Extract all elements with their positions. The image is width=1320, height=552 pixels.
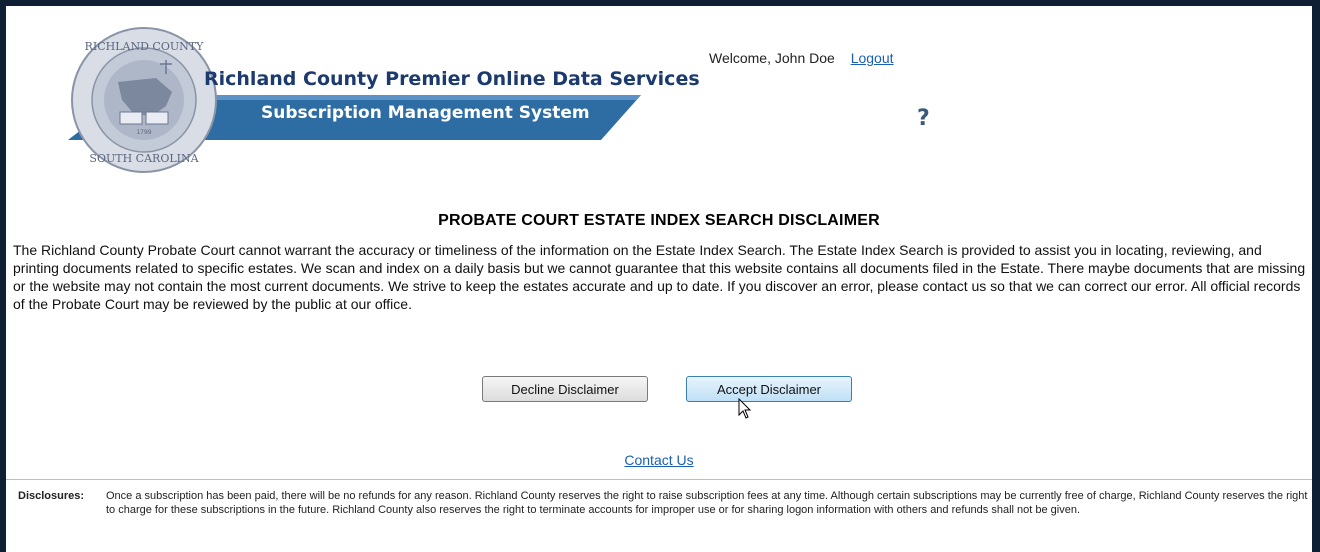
welcome-text: Welcome, John Doe xyxy=(709,50,835,66)
county-seal-icon: RICHLAND COUNTY SOUTH CAROLINA 1799 xyxy=(71,27,217,173)
disclosures-text: Once a subscription has been paid, there… xyxy=(106,490,1308,516)
disclaimer-title: PROBATE COURT ESTATE INDEX SEARCH DISCLA… xyxy=(438,212,880,229)
footer-disclosures: Disclosures: Once a subscription has bee… xyxy=(18,489,1308,517)
site-subtitle: Subscription Management System xyxy=(261,103,590,123)
site-title: Richland County Premier Online Data Serv… xyxy=(204,68,700,90)
accept-disclaimer-button[interactable]: Accept Disclaimer xyxy=(686,376,852,402)
seal-text-top: RICHLAND COUNTY xyxy=(85,40,204,53)
site-logo[interactable]: RICHLAND COUNTY SOUTH CAROLINA 1799 Rich… xyxy=(56,20,700,190)
mouse-pointer-icon xyxy=(738,398,752,419)
contact-section: Contact Us xyxy=(6,452,1312,468)
logout-link[interactable]: Logout xyxy=(851,50,894,66)
seal-year: 1799 xyxy=(136,129,151,136)
footer-divider xyxy=(6,479,1312,480)
help-icon[interactable]: ? xyxy=(917,106,930,131)
header: RICHLAND COUNTY SOUTH CAROLINA 1799 Rich… xyxy=(6,6,1312,196)
user-welcome: Welcome, John Doe Logout xyxy=(709,50,894,66)
contact-us-link[interactable]: Contact Us xyxy=(624,452,693,468)
decline-disclaimer-button[interactable]: Decline Disclaimer xyxy=(482,376,648,402)
seal-text-bottom: SOUTH CAROLINA xyxy=(89,152,199,165)
disclaimer-body: The Richland County Probate Court cannot… xyxy=(13,242,1306,312)
disclosures-label: Disclosures: xyxy=(18,490,85,502)
page: RICHLAND COUNTY SOUTH CAROLINA 1799 Rich… xyxy=(6,6,1312,552)
